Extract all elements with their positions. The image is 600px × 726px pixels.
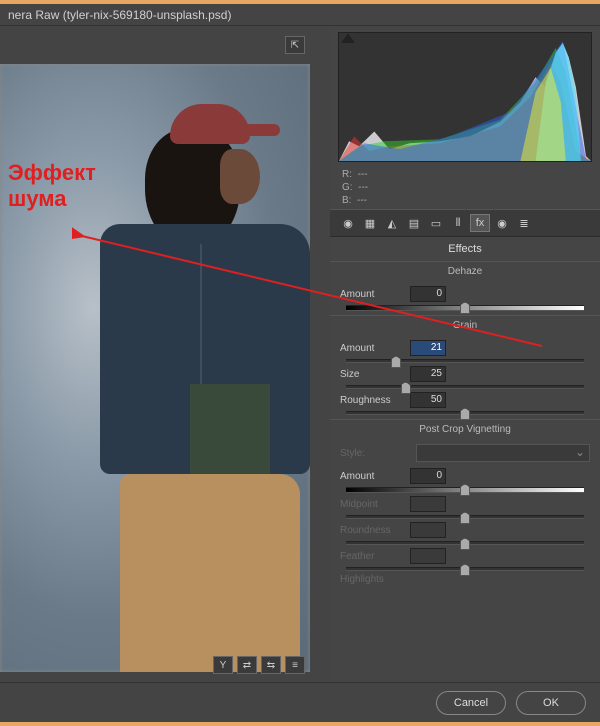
tab-curve-icon[interactable]: ▦	[360, 214, 380, 232]
vignette-roundness-value	[410, 522, 446, 538]
grain-amount-slider[interactable]	[346, 359, 584, 363]
preview-subject	[60, 104, 310, 672]
grain-roughness-slider[interactable]	[346, 411, 584, 415]
preview-top-tools: ⇱	[285, 36, 305, 54]
titlebar: nera Raw (tyler-nix-569180-unsplash.psd)	[0, 4, 600, 26]
histogram[interactable]	[338, 32, 592, 162]
vignette-amount-label: Amount	[340, 471, 410, 482]
grain-roughness-row: Roughness 50	[340, 389, 590, 411]
tab-presets-icon[interactable]: ≣	[514, 214, 534, 232]
annotation-text: Эффект шума	[8, 160, 96, 213]
grain-size-label: Size	[340, 369, 410, 380]
dialog-footer: Cancel OK	[0, 682, 600, 722]
camera-raw-window: nera Raw (tyler-nix-569180-unsplash.psd)…	[0, 4, 600, 722]
tab-basic-icon[interactable]: ◉	[338, 214, 358, 232]
grain-size-slider[interactable]	[346, 385, 584, 389]
preview-pane: ⇱ Y ⇄ ⇆ ≡	[0, 26, 330, 682]
vignette-title: Post Crop Vignetting	[330, 419, 600, 437]
grain-title: Grain	[330, 315, 600, 333]
grain-roughness-label: Roughness	[340, 395, 410, 406]
grain-amount-value[interactable]: 21	[410, 340, 446, 356]
before-after-y-icon[interactable]: Y	[213, 656, 233, 674]
dehaze-title: Dehaze	[330, 261, 600, 279]
histogram-graph	[339, 33, 591, 161]
export-icon[interactable]: ⇱	[285, 36, 305, 54]
window-title: nera Raw (tyler-nix-569180-unsplash.psd)	[8, 8, 231, 22]
vignette-feather-label: Feather	[340, 551, 410, 562]
image-preview[interactable]	[0, 64, 310, 672]
grain-roughness-value[interactable]: 50	[410, 392, 446, 408]
tab-lens-icon[interactable]: ⫴	[448, 214, 468, 232]
tab-split-icon[interactable]: ▭	[426, 214, 446, 232]
vignette-style-row: Style:	[340, 441, 590, 465]
tab-detail-icon[interactable]: ◭	[382, 214, 402, 232]
ok-button[interactable]: OK	[516, 691, 586, 715]
dehaze-section: Amount 0	[330, 279, 600, 315]
grain-amount-label: Amount	[340, 343, 410, 354]
compare-icon[interactable]: ⇆	[261, 656, 281, 674]
dehaze-amount-slider[interactable]	[346, 305, 584, 311]
vignette-midpoint-slider[interactable]	[346, 515, 584, 519]
preview-bottom-tools: Y ⇄ ⇆ ≡	[213, 656, 305, 674]
panel-title: Effects	[330, 237, 600, 261]
vignette-amount-value[interactable]: 0	[410, 468, 446, 484]
dehaze-amount-value[interactable]: 0	[410, 286, 446, 302]
vignette-highlights-label: Highlights	[340, 574, 410, 585]
rgb-readout: R: --- G: --- B: ---	[330, 166, 600, 209]
sliders-icon[interactable]: ≡	[285, 656, 305, 674]
dehaze-amount-row: Amount 0	[340, 283, 590, 305]
cancel-button[interactable]: Cancel	[436, 691, 506, 715]
grain-size-row: Size 25	[340, 363, 590, 385]
vignette-section: Style: Amount 0 Midpoint R	[330, 437, 600, 592]
vignette-roundness-label: Roundness	[340, 525, 410, 536]
vignette-midpoint-row: Midpoint	[340, 493, 590, 515]
swap-icon[interactable]: ⇄	[237, 656, 257, 674]
vignette-roundness-slider[interactable]	[346, 541, 584, 545]
vignette-style-dropdown[interactable]	[416, 444, 590, 462]
vignette-midpoint-value	[410, 496, 446, 512]
vignette-style-label: Style:	[340, 448, 410, 459]
grain-size-value[interactable]: 25	[410, 366, 446, 382]
content-area: ⇱ Y ⇄ ⇆ ≡	[0, 26, 600, 682]
tab-effects-icon[interactable]: fx	[470, 214, 490, 232]
tab-hsl-icon[interactable]: ▤	[404, 214, 424, 232]
tab-strip: ◉ ▦ ◭ ▤ ▭ ⫴ fx ◉ ≣	[330, 209, 600, 237]
vignette-amount-slider[interactable]	[346, 487, 584, 493]
vignette-feather-value	[410, 548, 446, 564]
grain-section: Amount 21 Size 25 Roughness 50	[330, 333, 600, 419]
grain-amount-row: Amount 21	[340, 337, 590, 359]
adjustments-panel: R: --- G: --- B: --- ◉ ▦ ◭ ▤ ▭ ⫴ fx ◉ ≣ …	[330, 26, 600, 682]
tab-calibration-icon[interactable]: ◉	[492, 214, 512, 232]
vignette-midpoint-label: Midpoint	[340, 499, 410, 510]
dehaze-amount-label: Amount	[340, 289, 410, 300]
vignette-amount-row: Amount 0	[340, 465, 590, 487]
vignette-feather-slider[interactable]	[346, 567, 584, 571]
